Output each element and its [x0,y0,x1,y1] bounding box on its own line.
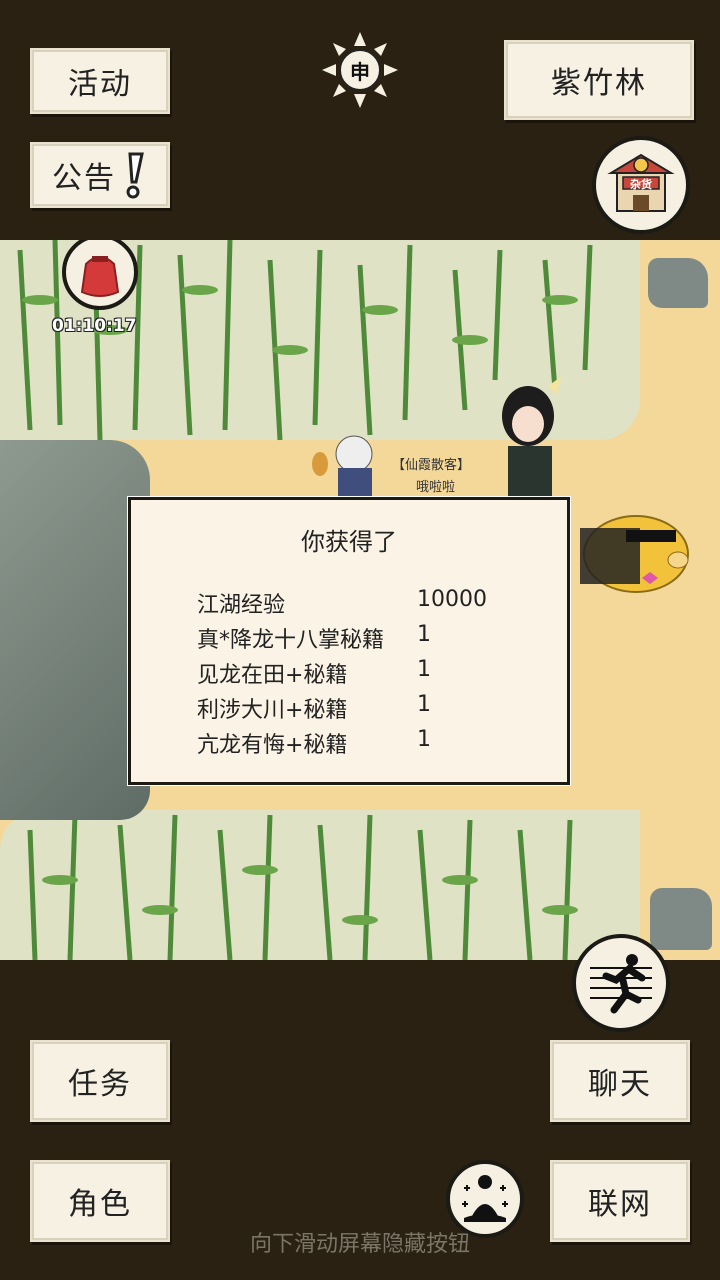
role-label: 角色 [68,1187,132,1222]
activity-button[interactable]: 活动 [30,48,170,114]
event-timer: 01:10:17 [52,316,137,336]
reward-item-qty: 10000 [417,587,487,612]
old-man-character[interactable] [310,428,396,498]
small-rock-top [648,258,708,308]
task-button[interactable]: 任务 [30,1040,170,1122]
network-label: 联网 [588,1187,652,1222]
small-rock-bottom [650,888,712,950]
reward-item-name: 见龙在田+秘籍 [197,663,348,688]
reward-item-name: 江湖经验 [197,593,286,618]
reward-item-qty: 1 [417,727,431,752]
reward-item-qty: 1 [417,692,431,717]
pig-character[interactable] [570,508,690,604]
reward-dialog[interactable]: 你获得了 江湖经验 10000 真*降龙十八掌秘籍 1 见龙在田+秘籍 1 利涉… [128,497,570,785]
npc-title: 【仙霞散客】 [392,458,471,473]
reward-item-qty: 1 [417,622,431,647]
npc-name: 哦啦啦 [416,480,456,495]
female-character[interactable] [488,376,578,500]
reward-item-name: 真*降龙十八掌秘籍 [197,628,385,653]
chat-label: 聊天 [588,1067,652,1102]
reward-title: 你获得了 [301,528,397,556]
run-toggle-icon[interactable] [572,934,670,1032]
activity-label: 活动 [68,67,132,102]
time-of-day-sun-icon[interactable]: 申 [322,32,398,108]
red-bag-event-icon[interactable] [62,240,138,310]
task-label: 任务 [68,1067,132,1102]
shop-icon[interactable]: 杂货 [592,136,690,234]
chat-button[interactable]: 聊天 [550,1040,690,1122]
reward-item-name: 亢龙有悔+秘籍 [197,733,348,758]
swipe-hint: 向下滑动屏幕隐藏按钮 [249,1232,470,1257]
exclamation-icon [126,152,144,199]
shop-label: 杂货 [630,178,652,191]
location-button[interactable]: 紫竹林 [504,40,694,120]
reward-item-name: 利涉大川+秘籍 [197,698,348,723]
notice-label: 公告 [52,161,116,196]
location-label: 紫竹林 [551,66,647,101]
time-glyph: 申 [350,59,370,84]
notice-button[interactable]: 公告 [30,142,170,208]
reward-item-qty: 1 [417,657,431,682]
